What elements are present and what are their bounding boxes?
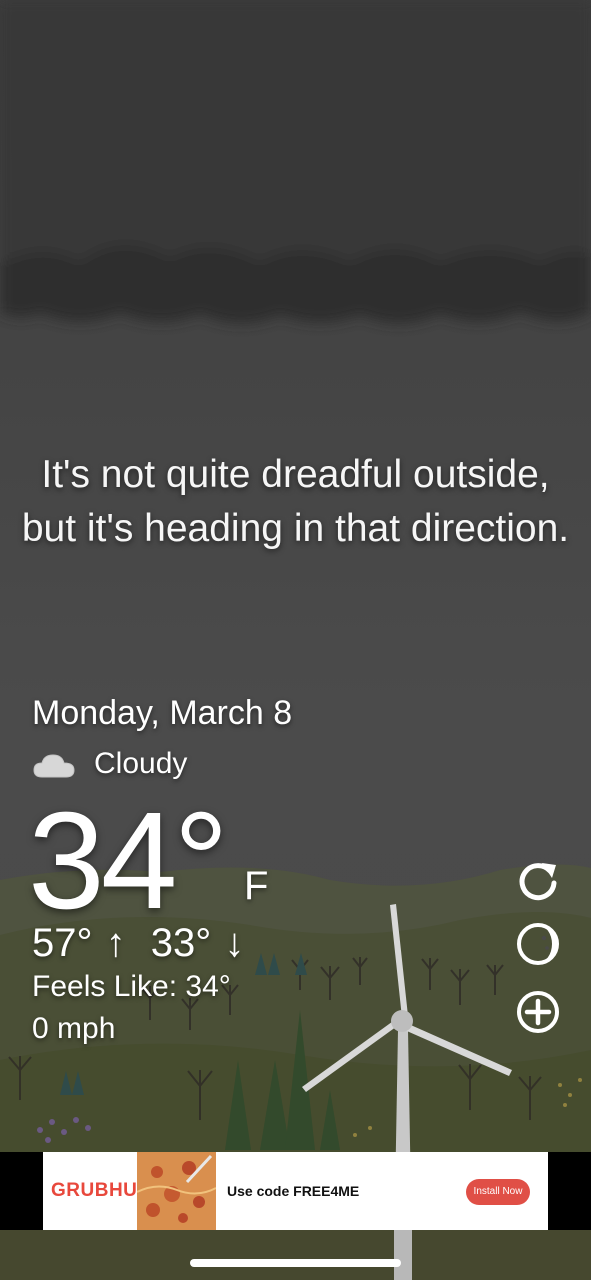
- home-indicator[interactable]: [190, 1259, 401, 1267]
- condition-text: Cloudy: [94, 747, 188, 780]
- high-low-row: 57° ↑ 33° ↓: [32, 921, 244, 966]
- high-temperature: 57°: [32, 921, 93, 965]
- storm-cloud-band: [0, 0, 591, 324]
- refresh-button[interactable]: [514, 855, 564, 905]
- low-temperature: 33°: [150, 921, 212, 965]
- moon-phase-button[interactable]: [514, 920, 564, 970]
- refresh-icon: [514, 855, 564, 903]
- cloud-icon: [32, 749, 76, 779]
- moon-icon: [514, 920, 564, 968]
- add-circle-icon: [514, 988, 564, 1036]
- arrow-up-icon: ↑: [105, 921, 126, 965]
- current-temperature: 34°: [28, 784, 229, 938]
- ad-message: Use code FREE4ME: [227, 1183, 360, 1199]
- ad-banner[interactable]: GRUBHUB Use code FREE4ME Install Now: [0, 1152, 591, 1230]
- wind-speed: 0 mph: [32, 1012, 116, 1045]
- pizza-photo: [137, 1152, 216, 1230]
- arrow-down-icon: ↓: [224, 921, 245, 965]
- ad-content[interactable]: GRUBHUB Use code FREE4ME Install Now: [43, 1152, 548, 1230]
- add-location-button[interactable]: [514, 988, 564, 1038]
- date-label: Monday, March 8: [32, 694, 293, 732]
- feels-like: Feels Like: 34°: [32, 970, 231, 1003]
- temperature-unit: F: [244, 864, 269, 908]
- weather-quote: It's not quite dreadful outside, but it'…: [21, 453, 570, 550]
- condition-row: Cloudy: [32, 744, 187, 784]
- weather-scene: [0, 0, 591, 1280]
- ad-install-button[interactable]: Install Now: [466, 1179, 530, 1205]
